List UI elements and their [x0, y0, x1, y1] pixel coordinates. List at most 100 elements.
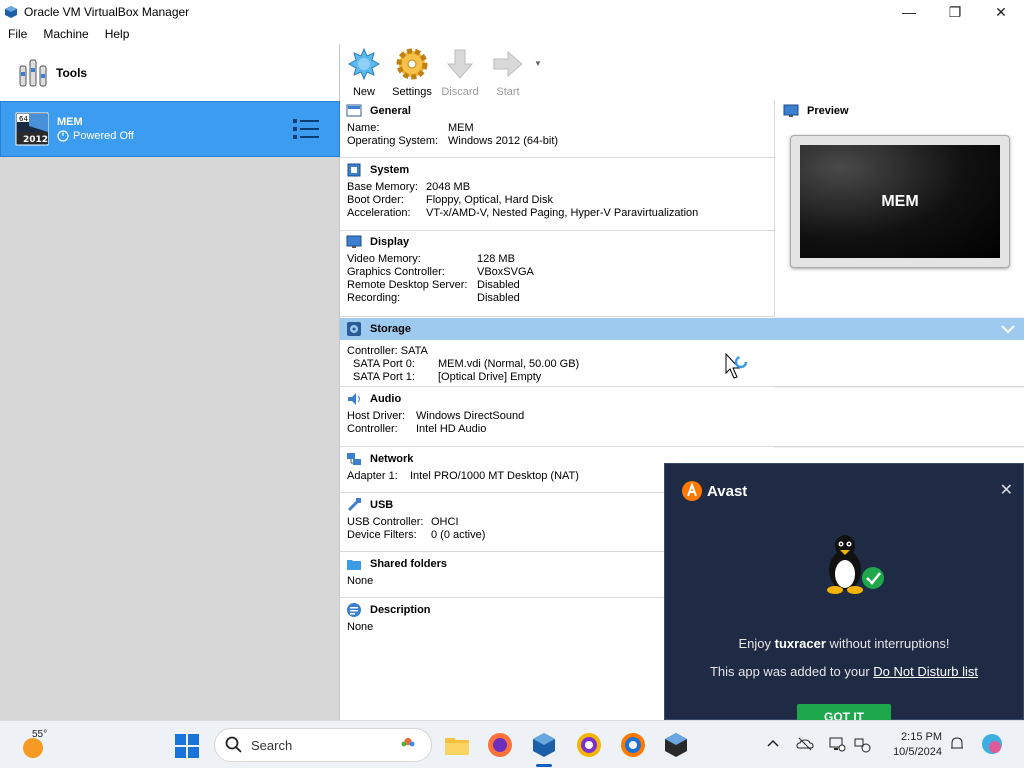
shared-folders-title: Shared folders	[370, 558, 448, 570]
audio-host-value: Windows DirectSound	[416, 410, 525, 422]
vm-list-item[interactable]: 64 2012 MEM Powered Off	[0, 101, 340, 157]
onedrive-offline-icon[interactable]	[796, 735, 814, 753]
storage-section-header[interactable]: Storage	[340, 318, 1024, 340]
audio-speaker-icon	[348, 393, 360, 405]
general-row: Operating System: Windows 2012 (64-bit)	[340, 135, 774, 148]
usb-controller-key: USB Controller:	[347, 516, 424, 528]
avast-notification: Avast ✕ Enjoy tuxracer without interrupt…	[664, 463, 1024, 724]
clock-time: 2:15 PM	[901, 731, 942, 743]
system-row: Base Memory: 2048 MB	[340, 181, 774, 194]
system-title: System	[370, 164, 410, 176]
shared-folders-value: None	[347, 575, 374, 587]
system-row: Acceleration: VT-x/AMD-V, Nested Paging, …	[340, 207, 774, 220]
general-name-key: Name:	[347, 122, 380, 134]
audio-section: Audio Host Driver: Windows DirectSound Co…	[340, 388, 1024, 447]
avast-close-icon[interactable]: ✕	[1000, 480, 1013, 500]
system-accel-key: Acceleration:	[347, 207, 411, 219]
new-button[interactable]: New	[340, 44, 388, 100]
display-row: Graphics Controller: VBoxSVGA	[340, 266, 774, 279]
avast-message-prefix: Enjoy	[738, 636, 775, 651]
os-badge-64: 64	[19, 115, 28, 123]
notification-bell-icon[interactable]	[948, 735, 966, 753]
menu-file[interactable]: File	[0, 27, 35, 41]
vm-menu-icon[interactable]	[293, 117, 319, 141]
display-row: Recording: Disabled	[340, 292, 774, 305]
chevron-down-icon[interactable]	[1000, 322, 1016, 336]
avast-antivirus-icon[interactable]	[619, 731, 647, 759]
menu-help[interactable]: Help	[97, 27, 138, 41]
storage-disk-icon	[347, 322, 361, 336]
preview-monitor-icon	[783, 104, 799, 117]
search-icon	[225, 736, 242, 753]
preview-screen: MEM	[800, 145, 1000, 258]
audio-title: Audio	[370, 393, 402, 405]
minimize-button[interactable]: —	[886, 0, 932, 24]
system-section: System Base Memory: 2048 MB Boot Order: Fl…	[340, 159, 774, 231]
windows-start-icon[interactable]	[174, 733, 200, 759]
settings-button[interactable]: Settings	[388, 44, 436, 100]
firefox-icon[interactable]	[486, 731, 514, 759]
storage-row: SATA Port 0: MEM.vdi (Normal, 50.00 GB)	[340, 358, 1024, 371]
taskbar-clock[interactable]: 2:15 PM 10/5/2024	[884, 730, 942, 760]
network-tray-icon[interactable]	[853, 735, 871, 753]
weather-temp: 55°	[32, 729, 48, 740]
system-boot-key: Boot Order:	[347, 194, 404, 206]
display-section: Display Video Memory: 128 MB Graphics Con…	[340, 231, 774, 317]
avast-secure-browser-icon[interactable]	[575, 731, 603, 759]
display-vram-value: 128 MB	[477, 253, 515, 265]
start-button[interactable]: Start	[484, 44, 532, 100]
do-not-disturb-link[interactable]: Do Not Disturb list	[873, 664, 978, 679]
discard-arrow-icon	[446, 49, 474, 79]
close-button[interactable]: ✕	[978, 0, 1024, 24]
preview-frame: MEM	[790, 135, 1010, 268]
display-tray-icon[interactable]	[828, 735, 846, 753]
storage-row: SATA Port 1: [Optical Drive] Empty	[340, 371, 1024, 384]
avast-logo: Avast	[681, 480, 747, 502]
virtualbox-vm-icon[interactable]	[662, 731, 690, 759]
system-accel-value: VT-x/AMD-V, Nested Paging, Hyper-V Parav…	[426, 207, 699, 219]
system-memory-key: Base Memory:	[347, 181, 418, 193]
menu-machine[interactable]: Machine	[35, 27, 96, 41]
maximize-button[interactable]: ❐	[932, 0, 978, 24]
preview-screen-label: MEM	[881, 192, 919, 210]
display-row: Remote Desktop Server: Disabled	[340, 279, 774, 292]
avast-submessage-prefix: This app was added to your	[709, 664, 874, 679]
network-adapter-value: Intel PRO/1000 MT Desktop (NAT)	[410, 470, 579, 482]
system-chip-icon	[347, 163, 361, 177]
copilot-icon[interactable]	[980, 732, 1004, 756]
description-icon	[347, 603, 361, 617]
new-icon	[348, 48, 380, 80]
display-graphics-key: Graphics Controller:	[347, 266, 445, 278]
network-icon	[347, 453, 361, 465]
display-row: Video Memory: 128 MB	[340, 253, 774, 266]
start-label: Start	[496, 86, 520, 98]
tools-label: Tools	[56, 65, 88, 80]
file-explorer-icon[interactable]	[443, 731, 471, 759]
os-badge-year: 2012	[23, 135, 48, 145]
display-rds-value: Disabled	[477, 279, 520, 291]
avast-message-suffix: without interruptions!	[825, 636, 950, 651]
usb-controller-value: OHCI	[431, 516, 459, 528]
tools-item[interactable]: Tools	[0, 44, 339, 101]
general-row: Name: MEM	[340, 122, 774, 135]
audio-host-key: Host Driver:	[347, 410, 406, 422]
discard-button[interactable]: Discard	[436, 44, 484, 100]
display-graphics-value: VBoxSVGA	[477, 266, 534, 278]
menu-bar: File Machine Help	[0, 24, 1024, 44]
virtualbox-taskbar-icon[interactable]	[530, 731, 558, 759]
tux-penguin-check-icon	[827, 535, 884, 594]
avast-logo-icon	[682, 481, 702, 501]
clock-date: 10/5/2024	[893, 746, 942, 758]
storage-controller: Controller: SATA	[347, 345, 428, 357]
network-title: Network	[370, 453, 414, 465]
virtualbox-app-icon	[5, 6, 17, 18]
system-row: Boot Order: Floppy, Optical, Hard Disk	[340, 194, 774, 207]
chevron-up-icon[interactable]	[764, 735, 782, 753]
system-boot-value: Floppy, Optical, Hard Disk	[426, 194, 553, 206]
display-vram-key: Video Memory:	[347, 253, 421, 265]
storage-section-body: Controller: SATA SATA Port 0: MEM.vdi (No…	[340, 340, 1024, 387]
preview-pane: Preview MEM	[774, 100, 1024, 317]
taskbar-search[interactable]: Search	[214, 728, 432, 762]
start-dropdown-arrow-icon[interactable]: ▼	[532, 44, 544, 100]
description-value: None	[347, 621, 374, 633]
